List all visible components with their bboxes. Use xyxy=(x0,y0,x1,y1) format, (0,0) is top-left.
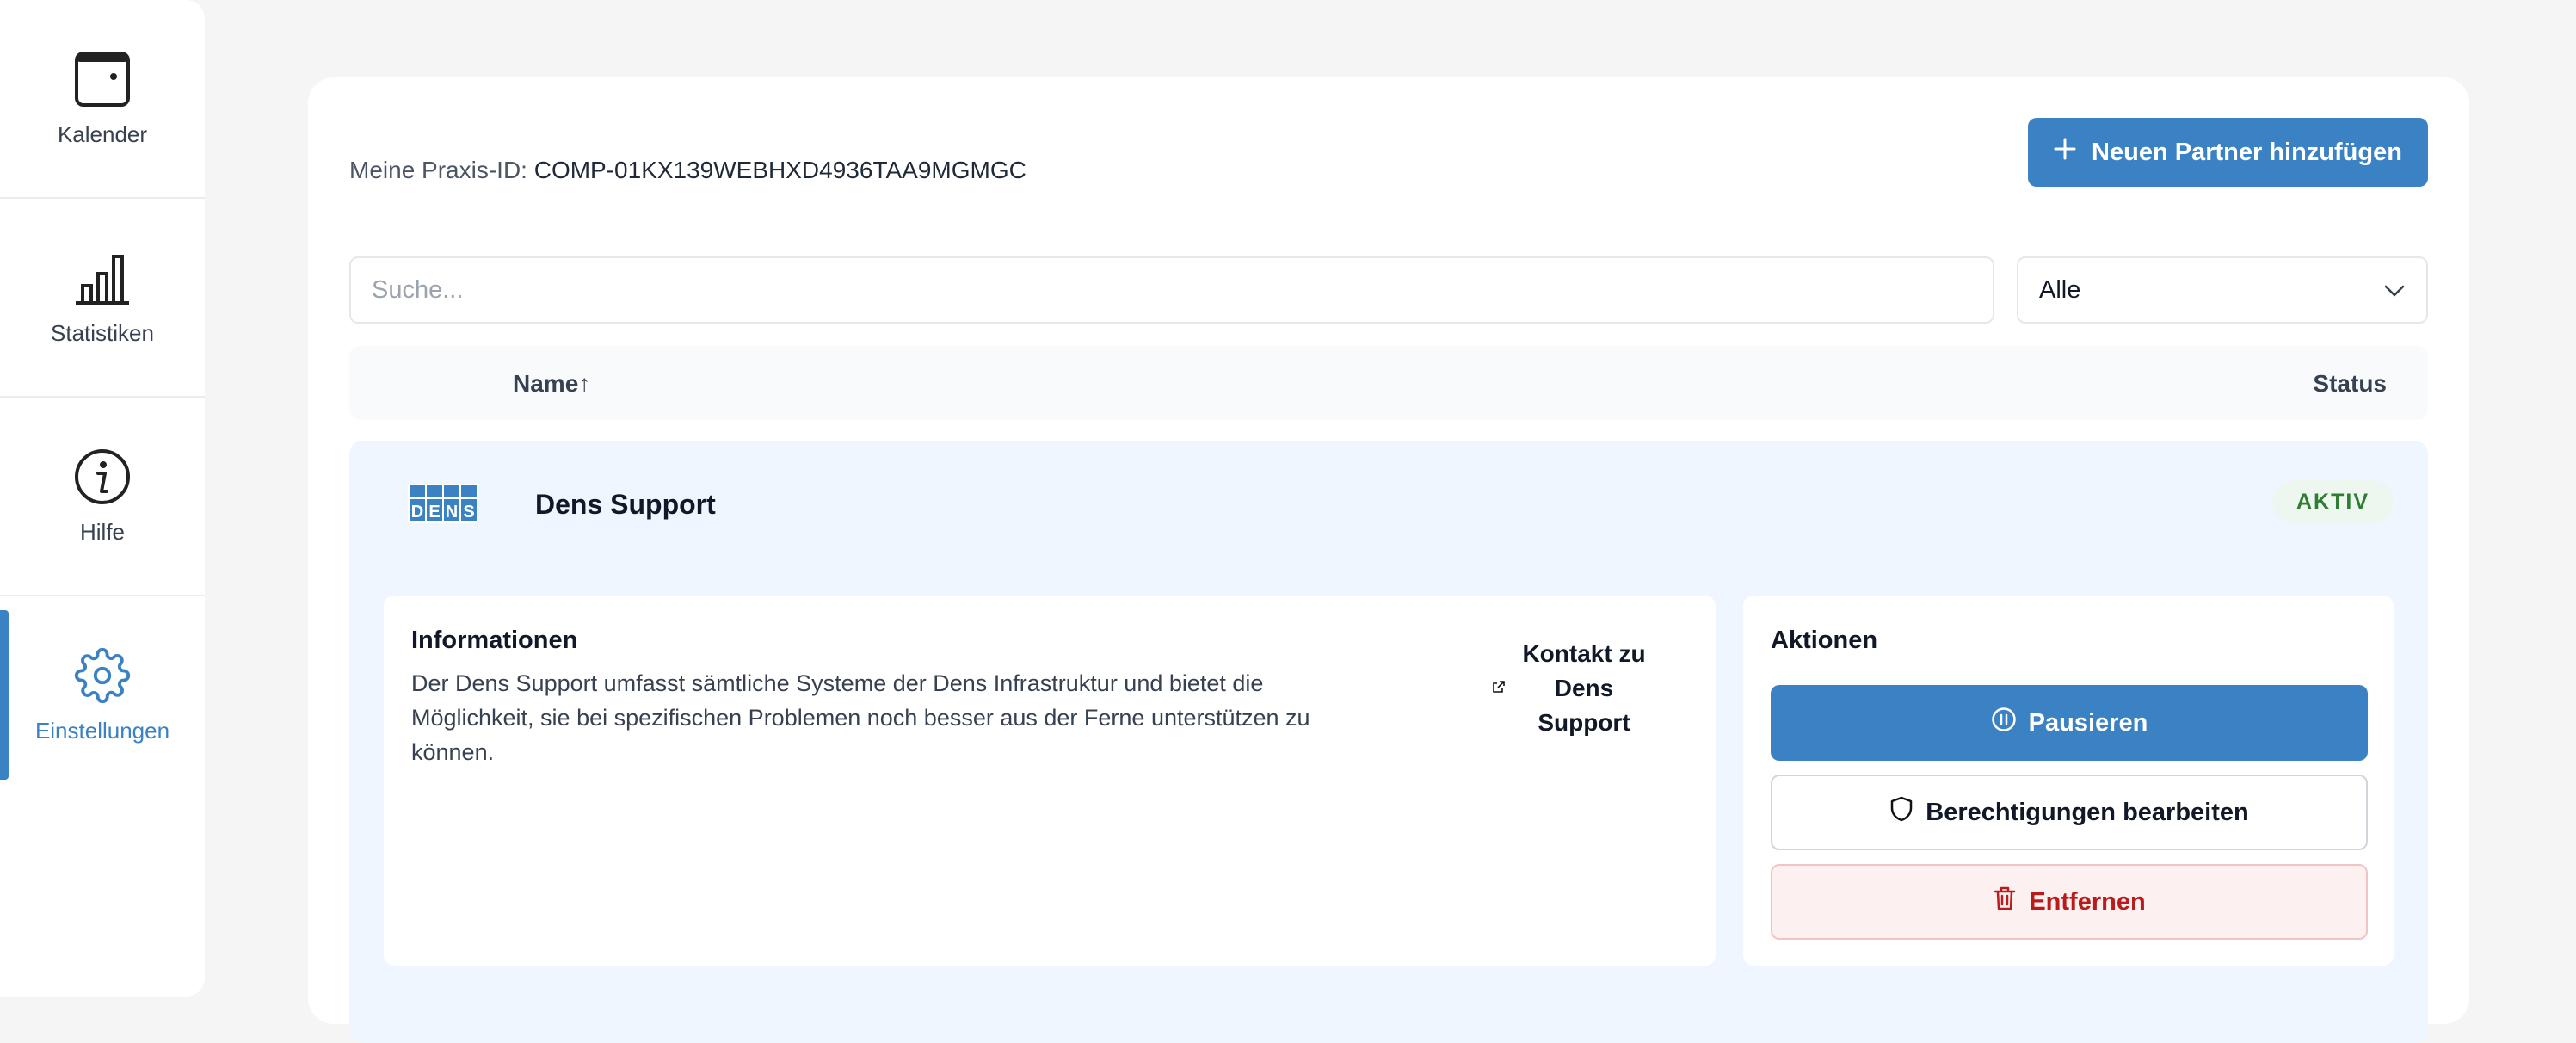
svg-text:S: S xyxy=(463,503,474,522)
status-filter-select[interactable]: Alle xyxy=(2017,256,2428,324)
sidebar-item-label: Einstellungen xyxy=(34,718,170,744)
sidebar-item-label: Statistiken xyxy=(51,320,154,346)
contact-link[interactable]: Kontakt zu Dens Support xyxy=(1492,637,1649,740)
search-input[interactable] xyxy=(349,256,1994,324)
svg-text:N: N xyxy=(446,503,458,522)
sidebar-item-kalender[interactable]: Kalender xyxy=(0,0,205,199)
shield-icon xyxy=(1889,796,1914,829)
sidebar-item-einstellungen[interactable]: Einstellungen xyxy=(0,596,205,793)
info-text: Der Dens Support umfasst sämtliche Syste… xyxy=(411,670,1310,765)
edit-permissions-label: Berechtigungen bearbeiten xyxy=(1926,798,2249,826)
sidebar-item-hilfe[interactable]: Hilfe xyxy=(0,398,205,596)
plus-icon xyxy=(2054,138,2076,167)
pause-label: Pausieren xyxy=(2028,708,2148,737)
trash-icon xyxy=(1993,886,2017,918)
svg-text:E: E xyxy=(428,503,440,522)
edit-permissions-button[interactable]: Berechtigungen bearbeiten xyxy=(1771,775,2368,850)
pause-icon xyxy=(1991,707,2017,739)
table-header: Name↑ Status xyxy=(349,346,2428,420)
info-panel: Informationen Der Dens Support umfasst s… xyxy=(384,596,1716,966)
external-link-icon xyxy=(1492,680,1506,698)
praxis-id: Meine Praxis-ID: COMP-01KX139WEBHXD4936T… xyxy=(349,157,1026,184)
status-filter-value: Alle xyxy=(2039,275,2081,304)
sidebar: Kalender Statistiken Hilfe Einstellungen xyxy=(0,0,205,997)
dens-logo: D E N S xyxy=(408,484,478,523)
remove-label: Entfernen xyxy=(2029,887,2146,916)
actions-panel: Aktionen Pausieren Berechtigungen bearbe… xyxy=(1743,596,2394,966)
pause-button[interactable]: Pausieren xyxy=(1771,685,2368,761)
gear-icon xyxy=(72,645,132,706)
chevron-down-icon xyxy=(2383,276,2406,305)
bar-chart-icon xyxy=(72,248,132,308)
column-header-name[interactable]: Name↑ xyxy=(513,370,590,398)
sidebar-item-label: Hilfe xyxy=(79,519,125,545)
svg-text:D: D xyxy=(411,503,423,522)
add-partner-button[interactable]: Neuen Partner hinzufügen xyxy=(2028,118,2428,187)
partner-card: Meine Praxis-ID: COMP-01KX139WEBHXD4936T… xyxy=(308,77,2469,1043)
add-partner-label: Neuen Partner hinzufügen xyxy=(2092,138,2402,166)
actions-title: Aktionen xyxy=(1771,626,1878,654)
sidebar-item-label: Kalender xyxy=(57,121,148,147)
status-badge: AKTIV xyxy=(2272,480,2394,523)
praxis-id-value: COMP-01KX139WEBHXD4936TAA9MGMGC xyxy=(533,157,1026,183)
column-header-status: Status xyxy=(2313,370,2387,397)
calendar-icon xyxy=(72,49,132,109)
sidebar-item-statistiken[interactable]: Statistiken xyxy=(0,199,205,398)
contact-link-label: Kontakt zu Dens Support xyxy=(1522,640,1646,736)
info-title: Informationen xyxy=(411,626,578,654)
praxis-id-label: Meine Praxis-ID: xyxy=(349,157,527,183)
info-icon xyxy=(72,447,132,507)
table-row[interactable]: D E N S Dens Support AKTIV Informationen… xyxy=(349,441,2428,1043)
partner-name: Dens Support xyxy=(535,489,716,520)
remove-button[interactable]: Entfernen xyxy=(1771,864,2368,940)
